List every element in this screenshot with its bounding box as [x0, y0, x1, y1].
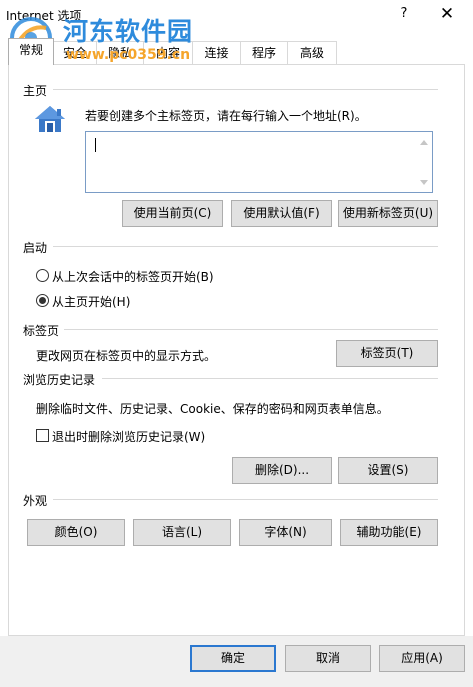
delete-history-button[interactable]: 删除(D)... — [232, 457, 332, 484]
tab-content[interactable]: 内容 — [143, 41, 193, 64]
tab-general[interactable]: 常规 — [8, 38, 54, 65]
radio-selected-dot — [39, 297, 46, 304]
tab-security[interactable]: 安全 — [53, 41, 97, 64]
window-title: Internet 选项 — [6, 9, 82, 23]
fonts-button[interactable]: 字体(N) — [239, 519, 332, 546]
text-caret — [95, 138, 96, 152]
tabs-settings-button[interactable]: 标签页(T) — [336, 340, 438, 367]
radio-last-session[interactable] — [36, 269, 49, 282]
ok-button[interactable]: 确定 — [190, 645, 276, 672]
tab-advanced[interactable]: 高级 — [287, 41, 337, 64]
history-heading: 浏览历史记录 — [23, 373, 96, 387]
appearance-divider — [53, 499, 438, 500]
accessibility-button[interactable]: 辅助功能(E) — [340, 519, 438, 546]
home-instruction: 若要创建多个主标签页，请在每行输入一个地址(R)。 — [85, 109, 367, 123]
home-icon — [35, 106, 65, 132]
delete-on-exit-label[interactable]: 退出时删除浏览历史记录(W) — [52, 428, 205, 445]
tab-privacy[interactable]: 隐私 — [96, 41, 144, 64]
scroll-down-icon[interactable] — [420, 180, 428, 185]
textarea-scrollbar[interactable] — [417, 132, 432, 192]
tabs-divider — [64, 329, 438, 330]
appearance-heading: 外观 — [23, 494, 48, 508]
history-description: 删除临时文件、历史记录、Cookie、保存的密码和网页表单信息。 — [36, 402, 389, 416]
title-bar: Internet 选项 ? ✕ — [0, 0, 473, 30]
tab-connections[interactable]: 连接 — [192, 41, 241, 64]
history-divider — [102, 378, 438, 379]
radio-home-label[interactable]: 从主页开始(H) — [52, 293, 130, 310]
scroll-up-icon[interactable] — [420, 140, 428, 145]
use-new-tab-button[interactable]: 使用新标签页(U) — [338, 200, 438, 227]
help-button[interactable]: ? — [392, 3, 416, 25]
tabs-description: 更改网页在标签页中的显示方式。 — [36, 349, 217, 363]
delete-on-exit-checkbox[interactable] — [36, 429, 49, 442]
tab-programs[interactable]: 程序 — [240, 41, 288, 64]
apply-button[interactable]: 应用(A) — [379, 645, 465, 672]
cancel-button[interactable]: 取消 — [285, 645, 371, 672]
home-heading: 主页 — [23, 84, 48, 98]
startup-divider — [53, 246, 438, 247]
use-current-button[interactable]: 使用当前页(C) — [122, 200, 223, 227]
close-button[interactable]: ✕ — [432, 2, 462, 26]
radio-home[interactable] — [36, 294, 49, 307]
radio-last-session-label[interactable]: 从上次会话中的标签页开始(B) — [52, 268, 214, 285]
colors-button[interactable]: 颜色(O) — [27, 519, 125, 546]
startup-heading: 启动 — [23, 241, 48, 255]
history-settings-button[interactable]: 设置(S) — [338, 457, 438, 484]
home-divider — [53, 89, 438, 90]
use-default-button[interactable]: 使用默认值(F) — [231, 200, 332, 227]
tabs-heading: 标签页 — [23, 324, 60, 338]
home-addresses-textarea[interactable] — [85, 131, 433, 193]
languages-button[interactable]: 语言(L) — [133, 519, 231, 546]
